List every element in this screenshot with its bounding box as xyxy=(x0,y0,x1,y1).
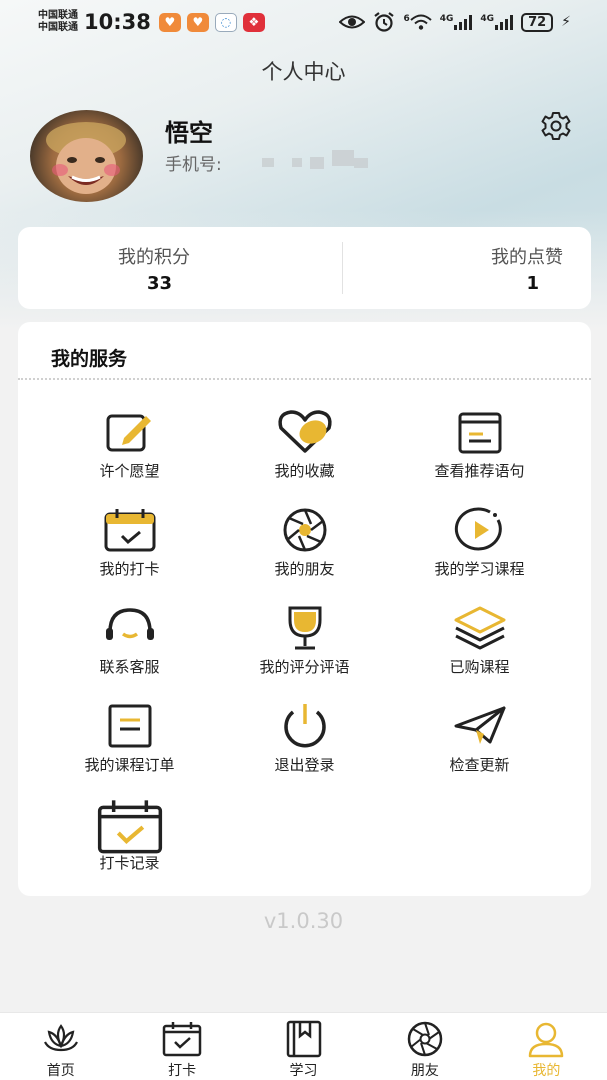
service-course-orders[interactable]: 我的课程订单 xyxy=(42,702,217,792)
tab-label: 打卡 xyxy=(168,1063,197,1079)
avatar-image xyxy=(46,122,126,194)
tab-label: 首页 xyxy=(46,1063,75,1079)
service-label: 我的收藏 xyxy=(274,462,335,480)
points-stat[interactable]: 我的积分 33 xyxy=(18,227,342,309)
signal-indicator-2: 4G xyxy=(480,14,514,30)
page-title: 个人中心 xyxy=(261,60,346,84)
status-bar: 中国联通 中国联通 10:38 ♥ ♥ ◌ ❖ 6 4G 4G 72 ⚡ xyxy=(0,0,607,44)
edit-icon xyxy=(106,414,151,452)
service-label: 检查更新 xyxy=(449,756,510,774)
service-checkin-records[interactable]: 打卡记录 xyxy=(42,798,217,898)
layers-icon xyxy=(454,606,505,650)
service-recommended-quotes[interactable]: 查看推荐语句 xyxy=(392,408,567,498)
app-notification-icon: ❖ xyxy=(242,12,265,32)
service-my-reviews[interactable]: 我的评分评语 xyxy=(217,604,392,694)
signal-indicator-1: 4G xyxy=(440,14,473,30)
phone-number-masked xyxy=(261,149,368,169)
service-label: 查看推荐语句 xyxy=(434,462,525,480)
service-contact-support[interactable]: 联系客服 xyxy=(42,604,217,694)
status-indicators: 6 4G 4G 72 ⚡ xyxy=(339,12,571,32)
avatar[interactable] xyxy=(30,110,143,202)
paper-plane-icon xyxy=(454,706,505,744)
carrier-2: 中国联通 xyxy=(38,22,78,33)
signal-bars-icon xyxy=(454,14,473,30)
notification-icons: ♥ ♥ ◌ ❖ xyxy=(158,12,265,32)
service-label: 我的朋友 xyxy=(274,560,335,578)
eye-icon xyxy=(339,15,366,29)
settings-button[interactable] xyxy=(540,110,572,142)
service-my-courses[interactable]: 我的学习课程 xyxy=(392,506,567,596)
message-icon: ◌ xyxy=(214,12,237,32)
power-icon xyxy=(283,704,326,748)
stats-card: 我的积分 33 我的点赞 1 xyxy=(18,227,591,309)
app-notification-icon: ♥ xyxy=(186,12,209,32)
play-icon xyxy=(454,507,502,551)
service-my-checkin[interactable]: 我的打卡 xyxy=(42,506,217,596)
service-label: 许个愿望 xyxy=(99,462,160,480)
aperture-icon xyxy=(407,1021,443,1057)
service-label: 已购课程 xyxy=(449,658,510,676)
service-label: 打卡记录 xyxy=(99,854,160,872)
aperture-icon xyxy=(283,508,326,552)
tab-label: 朋友 xyxy=(410,1063,439,1079)
services-title: 我的服务 xyxy=(51,348,128,370)
service-label: 退出登录 xyxy=(274,756,335,774)
lotus-icon xyxy=(43,1024,78,1052)
carrier-1: 中国联通 xyxy=(38,10,78,21)
phone-label: 手机号: xyxy=(165,155,222,175)
likes-label: 我的点赞 xyxy=(491,246,563,268)
service-my-friends[interactable]: 我的朋友 xyxy=(217,506,392,596)
service-label: 我的评分评语 xyxy=(259,658,350,676)
tab-mine[interactable]: 我的 xyxy=(486,1013,607,1080)
tab-checkin[interactable]: 打卡 xyxy=(121,1013,242,1080)
service-make-wish[interactable]: 许个愿望 xyxy=(42,408,217,498)
service-label: 我的学习课程 xyxy=(434,560,525,578)
likes-stat[interactable]: 我的点赞 1 xyxy=(343,227,591,309)
service-my-favorites[interactable]: 我的收藏 xyxy=(217,408,392,498)
wifi-icon xyxy=(410,14,432,30)
service-purchased-courses[interactable]: 已购课程 xyxy=(392,604,567,694)
trophy-icon xyxy=(288,606,321,650)
service-label: 我的课程订单 xyxy=(84,756,175,774)
service-check-update[interactable]: 检查更新 xyxy=(392,702,567,792)
version-label: v1.0.30 xyxy=(263,909,344,933)
battery-icon: 72 xyxy=(521,12,554,32)
calendar-check-icon xyxy=(162,1022,202,1057)
phone-row: 手机号: xyxy=(165,149,368,175)
service-label: 我的打卡 xyxy=(99,560,160,578)
points-value: 33 xyxy=(147,272,173,294)
points-label: 我的积分 xyxy=(118,246,190,268)
likes-value: 1 xyxy=(526,272,539,294)
wifi-indicator: 6 xyxy=(403,14,432,30)
tab-label: 我的 xyxy=(532,1063,561,1079)
calendar-check-icon xyxy=(104,509,155,552)
headset-icon xyxy=(105,608,154,640)
service-logout[interactable]: 退出登录 xyxy=(217,702,392,792)
order-icon xyxy=(108,704,151,748)
service-label: 联系客服 xyxy=(99,658,160,676)
services-card: 我的服务 许个愿望 我的收藏 查看推荐语句 我的打卡 我的朋友 我的学习课程 联… xyxy=(18,322,591,896)
heart-icon xyxy=(277,410,332,453)
book-icon xyxy=(458,412,501,454)
calendar-record-icon xyxy=(97,800,162,854)
tab-study[interactable]: 学习 xyxy=(243,1013,364,1080)
signal-bars-icon xyxy=(495,14,514,30)
carrier-names: 中国联通 中国联通 xyxy=(38,10,78,34)
tab-home[interactable]: 首页 xyxy=(0,1013,121,1080)
bottom-tab-bar: 首页 打卡 学习 朋友 我的 xyxy=(0,1012,607,1080)
app-notification-icon: ♥ xyxy=(158,12,181,32)
tab-friends[interactable]: 朋友 xyxy=(364,1013,485,1080)
divider xyxy=(18,378,591,380)
charging-icon: ⚡ xyxy=(561,14,571,30)
clock: 10:38 xyxy=(84,10,151,34)
alarm-icon xyxy=(374,12,395,32)
tab-label: 学习 xyxy=(289,1063,318,1079)
username: 悟空 xyxy=(165,119,213,147)
user-icon xyxy=(529,1022,564,1058)
gear-icon xyxy=(541,112,571,140)
notebook-icon xyxy=(286,1020,321,1058)
